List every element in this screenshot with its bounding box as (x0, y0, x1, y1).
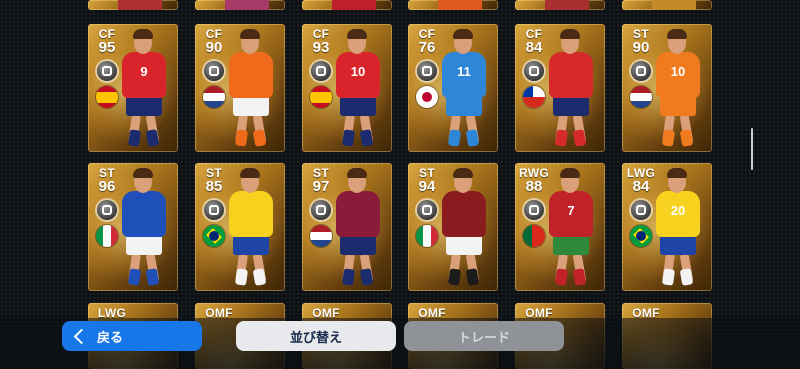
player-card-grid: 9 CF 95 CF 90 10 CF 93 11 CF 76 CF 84 10 ST 90 ST 96 ST 85 S… (0, 0, 800, 369)
player-image (221, 163, 285, 291)
player-image: 10 (328, 24, 392, 152)
italy-flag-icon (96, 225, 118, 247)
jersey-number: 7 (567, 203, 575, 218)
card-type-badge-icon (631, 200, 651, 220)
player-image (545, 0, 589, 10)
player-card[interactable]: 7 RWG 88 (515, 163, 605, 291)
card-rating: 84 (632, 178, 650, 195)
card-type-badge-icon (204, 61, 224, 81)
spain-flag-icon (96, 86, 118, 108)
netherlands-flag-icon (310, 225, 332, 247)
jersey-number: 20 (670, 203, 686, 218)
japan-flag-icon (416, 86, 438, 108)
player-image (434, 163, 498, 291)
player-card[interactable]: 9 CF 95 (88, 24, 178, 152)
scrollbar[interactable] (751, 128, 753, 170)
player-card[interactable]: 10 CF 93 (302, 24, 392, 152)
card-rating: 90 (632, 39, 650, 56)
chile-flag-icon (523, 86, 545, 108)
jersey-number: 11 (457, 64, 471, 79)
player-image: 11 (434, 24, 498, 152)
jersey-number: 10 (350, 64, 366, 79)
player-image: 9 (114, 24, 178, 152)
card-rating: 90 (205, 39, 223, 56)
card-rating: 93 (312, 39, 330, 56)
player-image (328, 163, 392, 291)
jersey-number: 10 (670, 64, 686, 79)
player-card[interactable]: 20 LWG 84 (622, 163, 712, 291)
chevron-left-icon (73, 328, 90, 344)
player-image (225, 0, 269, 10)
jersey-number: 9 (140, 64, 148, 79)
player-image (438, 0, 482, 10)
card-type-badge-icon (311, 200, 331, 220)
player-image (332, 0, 376, 10)
player-image: 10 (648, 24, 712, 152)
card-rating: 76 (418, 39, 436, 56)
card-rating: 95 (98, 39, 116, 56)
sort-button-label: 並び替え (289, 329, 342, 345)
player-card-partial[interactable] (622, 0, 712, 10)
player-image (118, 0, 162, 10)
card-rating: 85 (205, 178, 223, 195)
card-rating: 94 (418, 178, 436, 195)
player-card[interactable]: ST 85 (195, 163, 285, 291)
player-image (221, 24, 285, 152)
card-type-badge-icon (97, 200, 117, 220)
card-rating: 96 (98, 178, 116, 195)
player-card[interactable]: ST 96 (88, 163, 178, 291)
trade-button[interactable]: トレード (404, 321, 564, 351)
player-card-partial[interactable] (195, 0, 285, 10)
player-card[interactable]: 10 ST 90 (622, 24, 712, 152)
player-card-partial[interactable] (88, 0, 178, 10)
card-type-badge-icon (311, 61, 331, 81)
card-rating: 97 (312, 178, 330, 195)
card-type-badge-icon (97, 61, 117, 81)
card-type-badge-icon (417, 61, 437, 81)
italy-flag-icon (416, 225, 438, 247)
player-card[interactable]: CF 84 (515, 24, 605, 152)
player-card[interactable]: ST 94 (408, 163, 498, 291)
netherlands-flag-icon (630, 86, 652, 108)
player-image (652, 0, 696, 10)
player-image: 7 (541, 163, 605, 291)
netherlands-flag-icon (203, 86, 225, 108)
trade-button-label: トレード (457, 329, 510, 345)
brazil-flag-icon (630, 225, 652, 247)
brazil-flag-icon (203, 225, 225, 247)
player-image (114, 163, 178, 291)
card-rating: 88 (525, 178, 543, 195)
player-card[interactable]: 11 CF 76 (408, 24, 498, 152)
sort-button[interactable]: 並び替え (236, 321, 396, 351)
spain-flag-icon (310, 86, 332, 108)
player-image (541, 24, 605, 152)
player-card-partial[interactable] (408, 0, 498, 10)
card-type-badge-icon (417, 200, 437, 220)
back-button[interactable]: 戻る (62, 321, 202, 351)
player-card[interactable]: ST 97 (302, 163, 392, 291)
card-type-badge-icon (204, 200, 224, 220)
player-card-partial[interactable] (302, 0, 392, 10)
card-rating: 84 (525, 39, 543, 56)
card-type-badge-icon (631, 61, 651, 81)
player-card-partial[interactable] (515, 0, 605, 10)
back-button-label: 戻る (97, 329, 124, 345)
player-image: 20 (648, 163, 712, 291)
card-type-badge-icon (524, 200, 544, 220)
portugal-flag-icon (523, 225, 545, 247)
card-type-badge-icon (524, 61, 544, 81)
player-card[interactable]: CF 90 (195, 24, 285, 152)
